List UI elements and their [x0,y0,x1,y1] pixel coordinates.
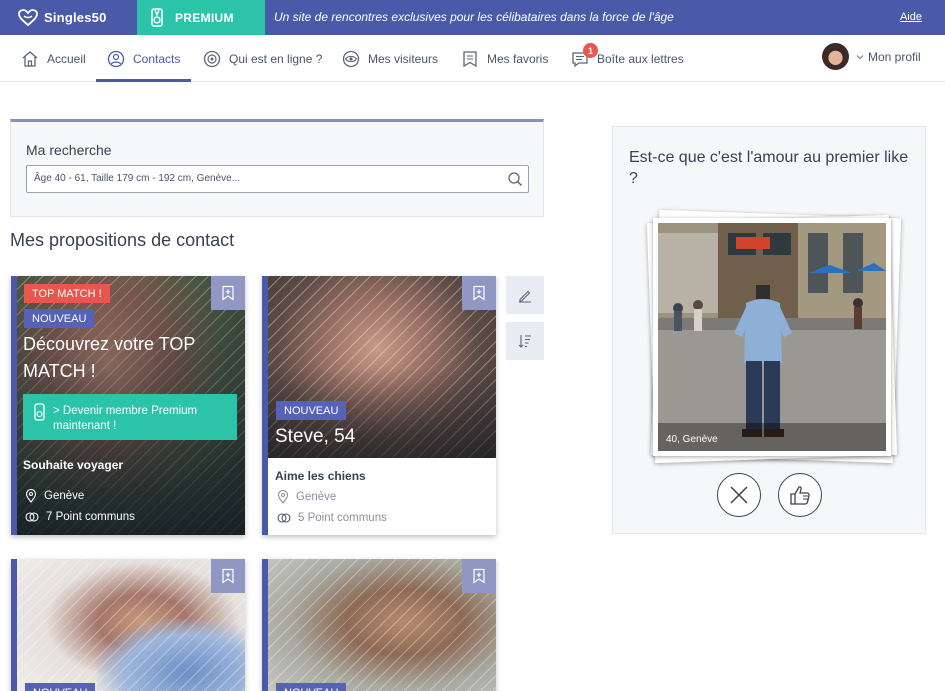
card-location-row: Genève [25,489,84,503]
common-points-icon [277,513,291,523]
bookmark-button[interactable] [211,559,245,593]
profile-photo [658,223,886,451]
card-photo: TOP MATCH ! NOUVEAU Découvrez votre TOP … [17,276,245,535]
card-common: 7 Point communs [46,511,135,523]
card-photo: NOUVEAU [17,559,245,691]
avatar [822,43,849,70]
nav-item-contacts[interactable]: Contacts [96,35,191,82]
help-link[interactable]: Aide [900,11,922,23]
section-title: Mes propositions de contact [10,230,235,250]
card-photo: NOUVEAU Steve, 54 [268,276,496,458]
dislike-button[interactable] [717,473,761,517]
sort-button[interactable] [506,322,544,360]
user-icon [107,50,125,67]
card-location: Genève [44,490,85,502]
chevron-down-icon [856,54,864,59]
brand-name: Singles50 [44,10,107,25]
tagline: Un site de rencontres exclusives pour le… [274,10,674,24]
nav-item-visitors[interactable]: Mes visiteurs [342,35,438,82]
search-title: Ma recherche [26,142,112,158]
location-pin-icon [277,490,289,504]
unread-badge: 1 [583,43,598,58]
new-tag: NOUVEAU [24,309,95,328]
new-tag: NOUVEAU [276,683,347,691]
eye-icon [342,50,360,67]
card-location: Genève [296,491,337,503]
new-tag: NOUVEAU [276,401,347,420]
pencil-icon [519,290,531,303]
nav-item-online[interactable]: Qui est en ligne ? [203,35,322,82]
nav-label: Mes favoris [487,51,549,66]
online-icon [203,50,221,67]
location-pin-icon [25,489,37,503]
card-common-row: 5 Point communs [277,512,387,524]
bookmark-add-icon [473,285,485,301]
card-common-row: 7 Point communs [25,511,135,523]
contact-card[interactable]: NOUVEAU [262,559,496,691]
medal-icon [34,403,45,421]
top-match-tag: TOP MATCH ! [24,284,110,303]
nav-item-accueil[interactable]: Accueil [21,35,86,82]
bookmark-button[interactable] [462,276,496,310]
profile-menu[interactable]: Mon profil [822,43,921,70]
profile-label: Mon profil [868,49,921,64]
heart-logo-icon [18,8,38,26]
nav-label: Mes visiteurs [368,51,439,66]
medal-icon [151,7,163,27]
premium-cta-button[interactable]: > Devenir membre Premium maintenant ! [23,394,237,440]
bookmark-button[interactable] [462,559,496,593]
new-tag: NOUVEAU [25,683,96,691]
like-photo-card[interactable]: 40, Genève [653,218,891,456]
contact-name-age: Steve, 54 [275,426,356,447]
card-wish: Aime les chiens [275,469,366,483]
home-icon [22,50,38,67]
sort-icon [518,335,531,348]
bookmark-icon [463,50,477,67]
bookmark-add-icon [222,568,234,584]
search-icon[interactable] [507,171,523,187]
nav-label: Accueil [47,51,86,66]
nav-label: Boîte aux lettres [597,51,684,66]
edit-button[interactable] [506,276,544,314]
bookmark-button[interactable] [211,276,245,310]
card-common: 5 Point communs [298,512,387,524]
search-panel: Ma recherche Âge 40 - 61, Taille 179 cm … [10,119,544,217]
top-match-headline: Découvrez votre TOP MATCH ! [23,334,196,381]
card-location-row: Genève [277,490,336,504]
nav-item-favorites[interactable]: Mes favoris [461,35,548,82]
top-match-card[interactable]: TOP MATCH ! NOUVEAU Découvrez votre TOP … [11,276,245,535]
nav-item-mailbox[interactable]: 1 Boîte aux lettres [571,35,684,82]
like-panel: Est-ce que c'est l'amour au premier like… [612,126,926,534]
like-button[interactable] [778,473,822,517]
bookmark-add-icon [222,285,234,301]
contact-card[interactable]: NOUVEAU Steve, 54 Aime les chiens Genève… [262,276,496,535]
premium-cta-label: > Devenir membre Premium maintenant ! [53,405,198,432]
premium-label: PREMIUM [175,10,234,25]
photo-caption: 40, Genève [666,434,718,445]
search-input[interactable]: Âge 40 - 61, Taille 179 cm - 192 cm, Gen… [26,165,529,193]
thumbs-up-icon [790,486,810,505]
contact-card[interactable]: NOUVEAU [11,559,245,691]
top-bar: Singles50 PREMIUM Un site de rencontres … [0,0,945,35]
card-photo: NOUVEAU [268,559,496,691]
close-icon [730,486,748,504]
nav-label: Contacts [133,51,181,66]
premium-button[interactable]: PREMIUM [137,0,265,35]
card-info: Aime les chiens Genève 5 Point communs [268,458,496,535]
nav-label: Qui est en ligne ? [229,51,323,66]
brand-logo[interactable]: Singles50 [0,0,137,35]
search-value: Âge 40 - 61, Taille 179 cm - 192 cm, Gen… [34,173,241,184]
bookmark-add-icon [473,568,485,584]
card-wish: Souhaite voyager [23,458,124,472]
main-nav: Accueil Contacts Qui est en ligne ? Mes … [0,35,945,82]
common-points-icon [25,512,39,522]
like-title: Est-ce que c'est l'amour au premier like… [629,149,909,187]
